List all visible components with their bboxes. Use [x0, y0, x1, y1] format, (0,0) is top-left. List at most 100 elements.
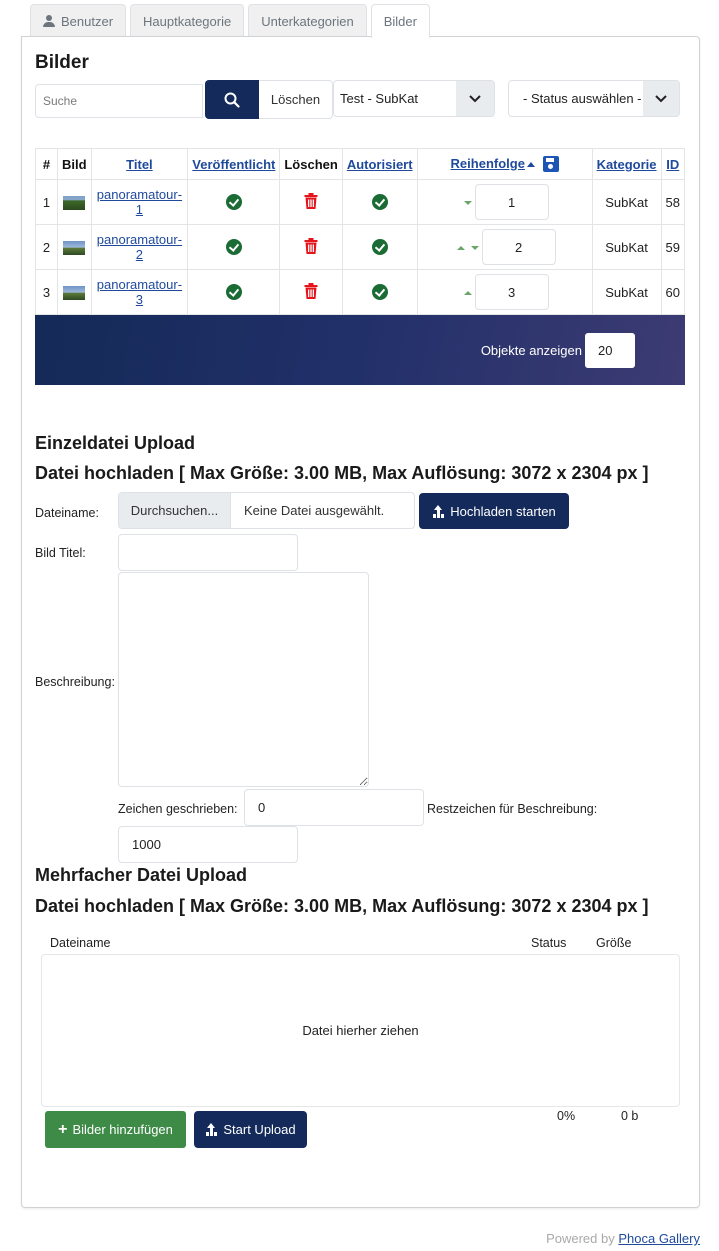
upload-icon: [432, 504, 445, 518]
start-upload-button[interactable]: Start Upload: [194, 1111, 307, 1148]
add-images-button[interactable]: + Bilder hinzufügen: [45, 1111, 186, 1148]
image-title-link[interactable]: panoramatour-1: [97, 187, 182, 217]
chars-written-value: [244, 789, 424, 826]
tab-hauptkategorie[interactable]: Hauptkategorie: [130, 4, 245, 37]
sort-published-link[interactable]: Veröffentlicht: [192, 157, 275, 172]
search-icon: [224, 92, 240, 108]
chevron-down-icon: [456, 81, 494, 116]
move-up-icon[interactable]: [463, 291, 472, 296]
col-size: Größe: [596, 936, 632, 950]
col-order: Reihenfolge: [416, 148, 593, 180]
category-select[interactable]: Test - SubKat: [333, 80, 495, 117]
row-order: [416, 179, 593, 225]
col-category: Kategorie: [591, 148, 662, 180]
filename-label: Dateiname:: [35, 506, 99, 520]
trash-icon[interactable]: [304, 192, 318, 212]
row-delete: [279, 179, 343, 225]
row-title: panoramatour-3: [90, 269, 189, 315]
tab-benutzer[interactable]: Benutzer: [30, 4, 127, 37]
row-image: [57, 179, 92, 225]
order-label: Reihenfolge: [450, 155, 525, 171]
sort-authorized-link[interactable]: Autorisiert: [347, 157, 413, 172]
footer: Powered by Phoca Gallery: [546, 1231, 700, 1246]
sort-title-link[interactable]: Titel: [126, 157, 153, 172]
powered-by-text: Powered by: [546, 1231, 615, 1246]
status-select[interactable]: - Status auswählen -: [508, 80, 680, 117]
image-thumbnail[interactable]: [63, 240, 86, 255]
authorized-check-icon[interactable]: [371, 194, 388, 211]
image-thumbnail[interactable]: [63, 195, 86, 210]
sort-category-link[interactable]: Kategorie: [597, 157, 657, 172]
image-title-link[interactable]: panoramatour-3: [97, 277, 182, 307]
order-input[interactable]: [481, 229, 556, 265]
image-thumbnail[interactable]: [63, 285, 86, 300]
row-order: [416, 224, 593, 270]
file-input[interactable]: Durchsuchen... Keine Datei ausgewählt.: [118, 492, 415, 529]
image-title-input[interactable]: [118, 534, 298, 571]
table-header-row: # Bild Titel Veröffentlicht Löschen Auto…: [35, 148, 686, 180]
browse-button[interactable]: Durchsuchen...: [119, 493, 231, 528]
search-input[interactable]: [35, 84, 203, 118]
row-delete: [279, 224, 343, 270]
items-per-page-input[interactable]: [585, 333, 635, 368]
row-category: SubKat: [591, 224, 662, 270]
row-category: SubKat: [591, 179, 662, 225]
move-down-icon[interactable]: [470, 246, 479, 251]
clear-search-button[interactable]: Löschen: [259, 80, 333, 119]
search-button[interactable]: [205, 80, 259, 119]
move-down-icon[interactable]: [463, 201, 472, 206]
col-num: #: [35, 148, 58, 180]
published-check-icon[interactable]: [225, 194, 242, 211]
col-authorized: Autorisiert: [341, 148, 418, 180]
image-title-label: Bild Titel:: [35, 546, 86, 560]
description-label: Beschreibung:: [35, 675, 115, 689]
image-title-link[interactable]: panoramatour-2: [97, 232, 182, 262]
trash-icon[interactable]: [304, 237, 318, 257]
start-upload-single-button[interactable]: Hochladen starten: [419, 493, 569, 529]
description-textarea[interactable]: [118, 572, 369, 787]
chars-remaining-value: [118, 826, 298, 863]
pagination-bar: Objekte anzeigen: [35, 315, 685, 385]
row-authorized: [341, 224, 418, 270]
row-id: 60: [660, 269, 686, 315]
move-up-icon[interactable]: [456, 246, 465, 251]
table-row: 1 panoramatour-1 SubKat58: [35, 179, 686, 225]
chars-written-label: Zeichen geschrieben:: [118, 802, 238, 816]
order-input[interactable]: [474, 184, 549, 220]
authorized-check-icon[interactable]: [371, 284, 388, 301]
tab-unterkategorien[interactable]: Unterkategorien: [248, 4, 367, 37]
row-published: [187, 224, 281, 270]
order-input[interactable]: [474, 274, 549, 310]
table-row: 2 panoramatour-2 SubKat59: [35, 224, 686, 270]
col-filename: Dateiname: [50, 936, 111, 950]
col-image: Bild: [57, 148, 92, 180]
tab-label: Hauptkategorie: [143, 13, 232, 29]
row-published: [187, 179, 281, 225]
chars-remaining-label: Restzeichen für Beschreibung:: [427, 802, 598, 816]
sort-id-link[interactable]: ID: [666, 157, 679, 172]
col-id: ID: [660, 148, 686, 180]
col-published: Veröffentlicht: [187, 148, 281, 180]
col-title: Titel: [90, 148, 189, 180]
phoca-gallery-link[interactable]: Phoca Gallery: [618, 1231, 700, 1246]
row-delete: [279, 269, 343, 315]
published-check-icon[interactable]: [225, 239, 242, 256]
row-image: [57, 269, 92, 315]
tab-bilder[interactable]: Bilder: [370, 4, 430, 38]
row-image: [57, 224, 92, 270]
row-title: panoramatour-2: [90, 224, 189, 270]
row-published: [187, 269, 281, 315]
single-upload-heading: Einzeldatei Upload: [35, 433, 196, 453]
published-check-icon[interactable]: [225, 284, 242, 301]
file-dropzone[interactable]: Datei hierher ziehen: [41, 954, 680, 1107]
authorized-check-icon[interactable]: [371, 239, 388, 256]
images-table: # Bild Titel Veröffentlicht Löschen Auto…: [35, 148, 686, 315]
selected-file-name: Keine Datei ausgewählt.: [244, 503, 385, 518]
trash-icon[interactable]: [304, 282, 318, 302]
col-delete: Löschen: [279, 148, 343, 180]
row-number: 2: [35, 224, 58, 270]
sort-order-link[interactable]: Reihenfolge: [451, 156, 535, 171]
multi-upload-subheading: Datei hochladen [ Max Größe: 3.00 MB, Ma…: [35, 896, 649, 916]
save-order-icon[interactable]: [542, 156, 559, 173]
tab-label: Benutzer: [61, 13, 114, 29]
